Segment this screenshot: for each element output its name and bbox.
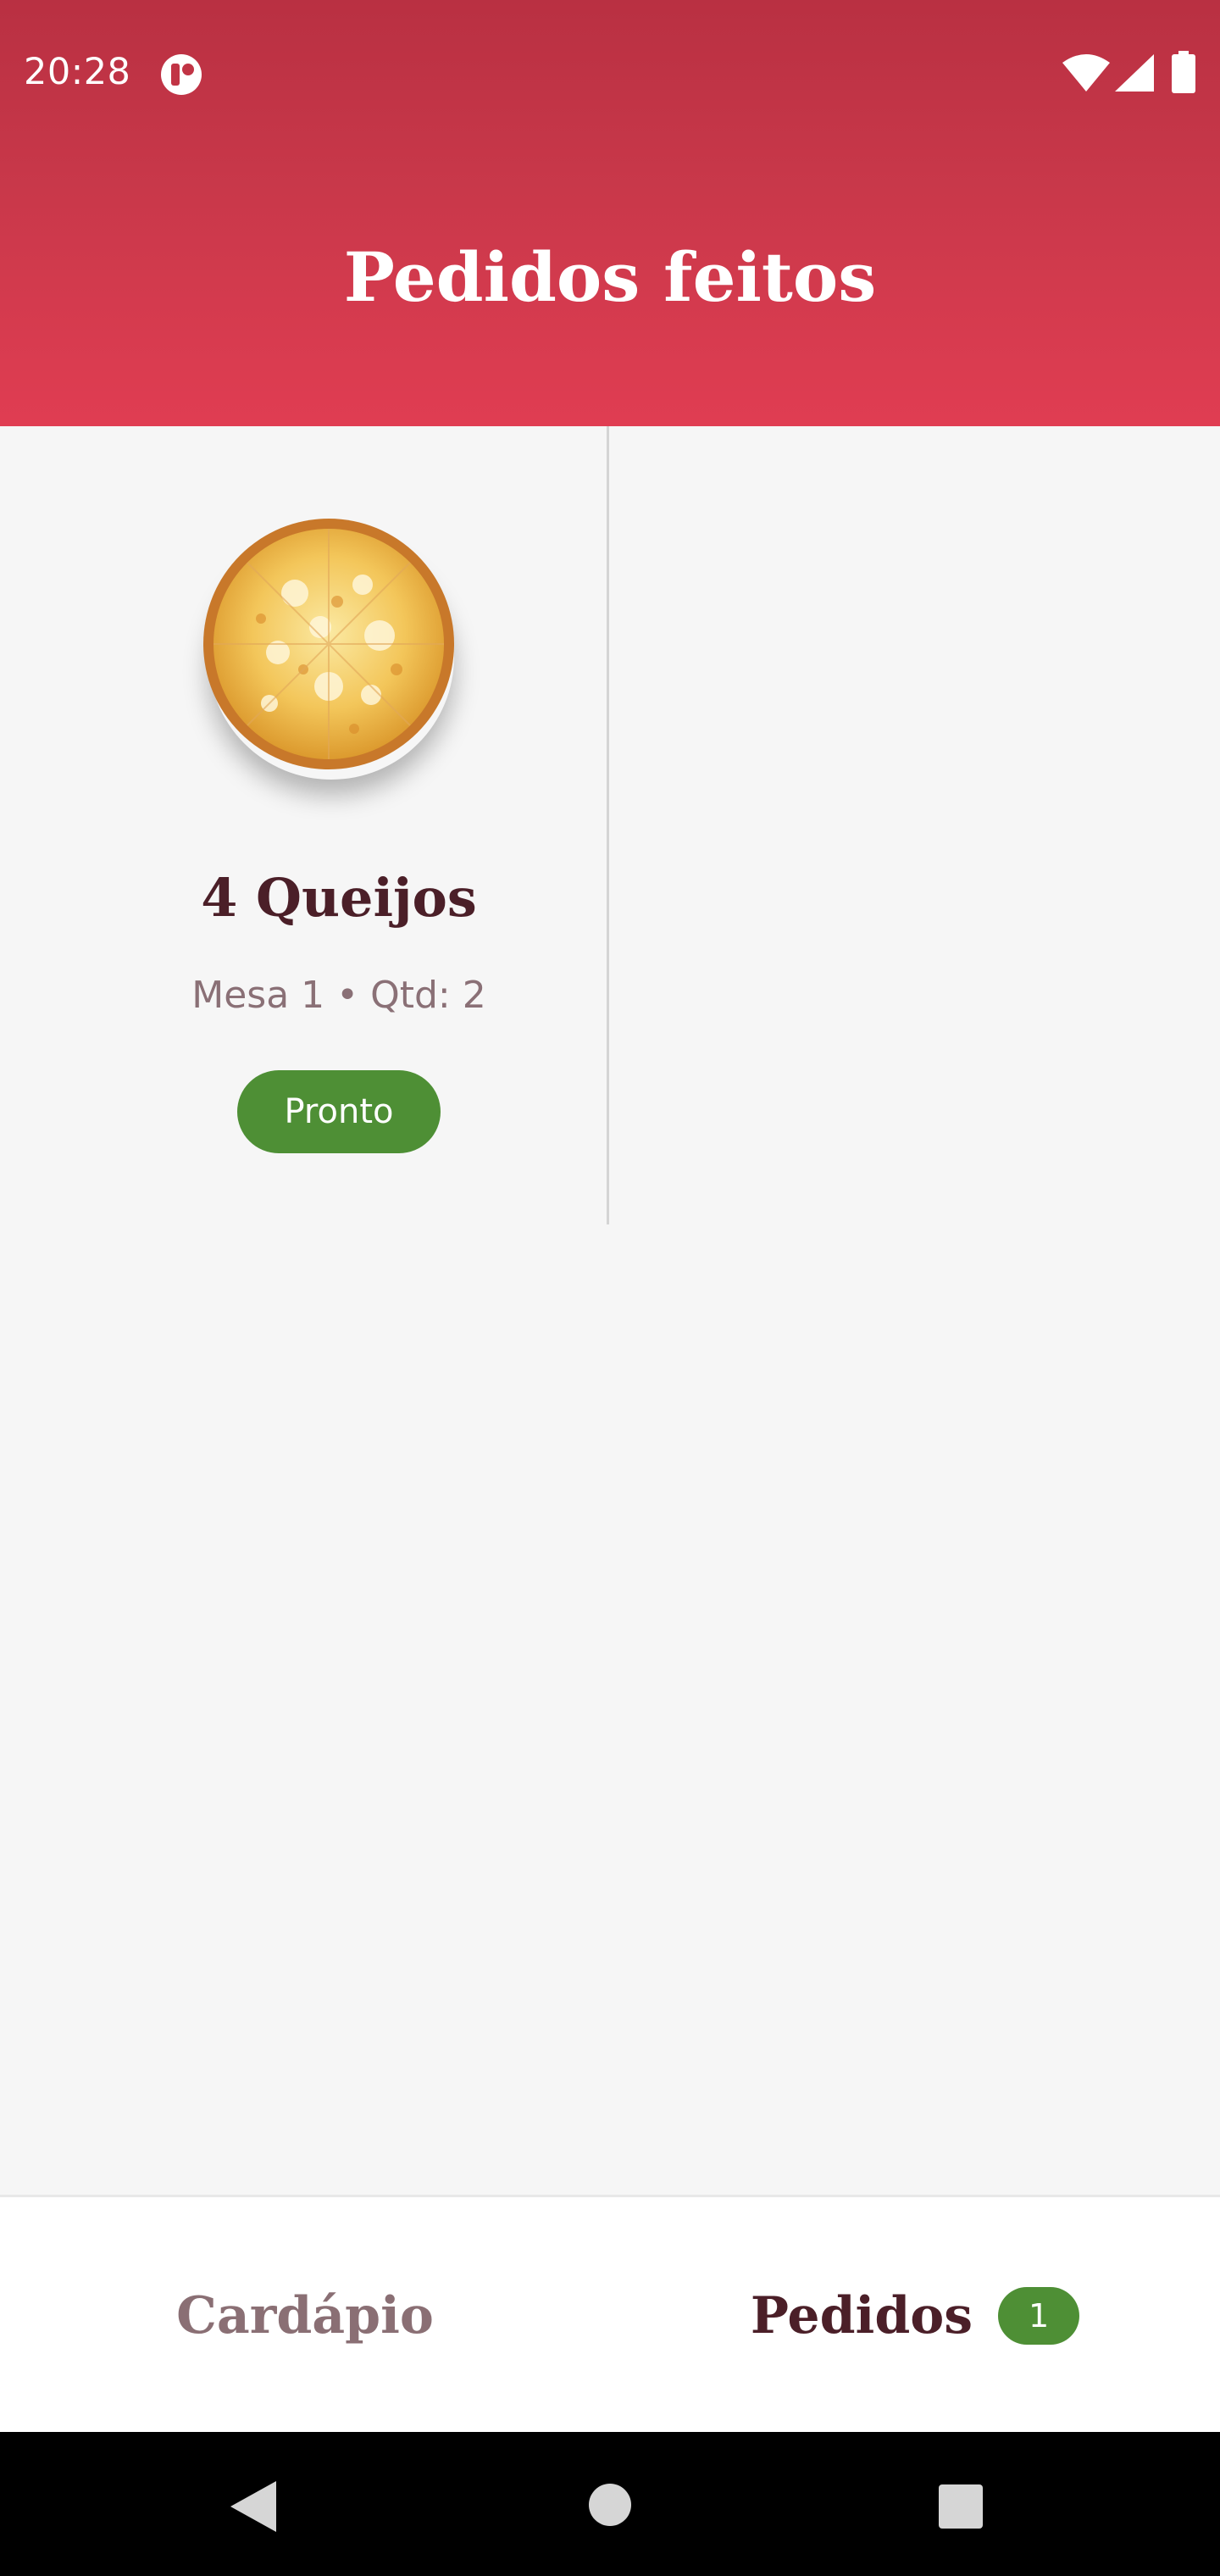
bottom-nav: Cardápio Pedidos 1 bbox=[0, 2195, 1220, 2432]
battery-icon bbox=[1172, 51, 1195, 93]
page-title: Pedidos feitos bbox=[343, 237, 877, 317]
tab-pedidos[interactable]: Pedidos 1 bbox=[610, 2197, 1220, 2434]
tab-cardapio[interactable]: Cardápio bbox=[0, 2197, 610, 2434]
app-header: 20:28 Pedidos feitos bbox=[0, 0, 1220, 426]
cell-signal-icon bbox=[1115, 54, 1154, 92]
status-time: 20:28 bbox=[24, 51, 131, 93]
back-icon[interactable] bbox=[230, 2481, 276, 2532]
status-bar: 20:28 bbox=[0, 0, 1220, 144]
grid-divider bbox=[607, 426, 609, 1224]
recents-icon[interactable] bbox=[939, 2484, 983, 2529]
tab-pedidos-label: Pedidos bbox=[750, 2286, 973, 2346]
pizza-icon bbox=[203, 519, 454, 769]
wifi-icon bbox=[1062, 54, 1110, 92]
order-name: 4 Queijos bbox=[201, 867, 477, 929]
home-icon[interactable] bbox=[588, 2483, 632, 2527]
pizza-image bbox=[202, 517, 456, 771]
tab-cardapio-label: Cardápio bbox=[176, 2286, 434, 2346]
order-meta: Mesa 1 • Qtd: 2 bbox=[191, 974, 486, 1017]
notification-badge-icon bbox=[161, 54, 202, 95]
status-badge[interactable]: Pronto bbox=[237, 1070, 441, 1153]
orders-count-badge: 1 bbox=[998, 2287, 1080, 2345]
order-card[interactable]: 4 Queijos Mesa 1 • Qtd: 2 Pronto bbox=[0, 426, 608, 1224]
